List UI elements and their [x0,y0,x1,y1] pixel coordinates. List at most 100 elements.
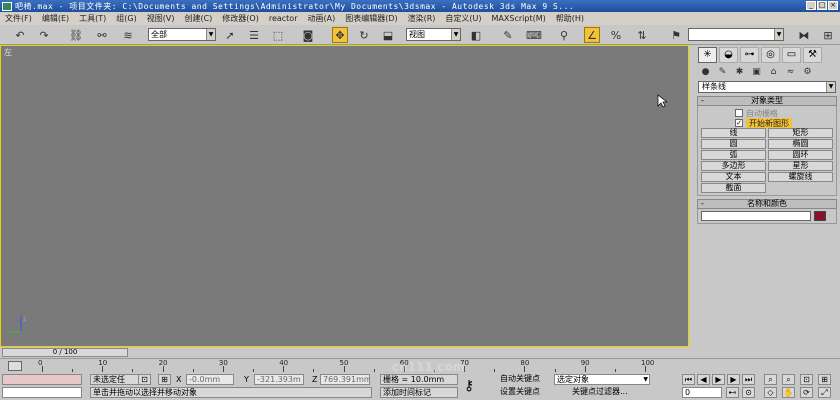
maxscript-listener[interactable] [2,374,82,385]
select-by-name-icon[interactable]: ☰ [246,27,262,43]
star-button[interactable]: 星形 [768,161,833,171]
menu-group[interactable]: 组(G) [111,13,141,24]
menu-customize[interactable]: 自定义(U) [440,13,486,24]
autogrid-checkbox[interactable]: 自动栅格 [701,108,833,118]
donut-button[interactable]: 圆环 [768,150,833,160]
ngon-button[interactable]: 多边形 [701,161,766,171]
snaps-toggle-icon[interactable]: ⚲ [556,27,572,43]
arc-rotate-icon[interactable]: ⟳ [800,387,813,398]
go-to-start-icon[interactable]: ⏮ [682,374,695,385]
absolute-mode-icon[interactable]: ⊞ [158,374,171,385]
play-icon[interactable]: ▶ [712,374,725,385]
hierarchy-tab-icon[interactable]: ⊶ [740,47,759,63]
track-bar-menu-icon[interactable] [8,361,22,371]
line-button[interactable]: 线 [701,128,766,138]
keyboard-shortcut-icon[interactable]: ⌨ [526,27,542,43]
zoom-extents-icon[interactable]: ⊡ [800,374,813,385]
ellipse-button[interactable]: 椭圆 [768,139,833,149]
cameras-icon[interactable]: ▣ [749,66,764,78]
viewport-label[interactable]: 左 [4,47,12,58]
auto-key-button[interactable]: 自动关键点 [498,374,552,385]
helpers-icon[interactable]: ⌂ [766,66,781,78]
selected-objects-dropdown[interactable]: 选定对象 ▼ [554,374,650,385]
section-button[interactable]: 截面 [701,183,766,193]
select-and-rotate-icon[interactable]: ↻ [356,27,372,43]
set-key-button[interactable]: 设置关键点 [498,387,552,398]
systems-icon[interactable]: ⚙ [800,66,815,78]
go-to-end-icon[interactable]: ⏭ [742,374,755,385]
named-selection-dropdown[interactable]: ▼ [688,28,784,41]
current-frame-field[interactable]: 0 [682,387,722,398]
menu-help[interactable]: 帮助(H) [551,13,589,24]
motion-tab-icon[interactable]: ◎ [761,47,780,63]
link-icon[interactable]: ⛓ [68,27,84,43]
zoom-extents-all-icon[interactable]: ⊞ [818,374,831,385]
unlink-icon[interactable]: ⚯ [94,27,110,43]
modify-tab-icon[interactable]: ◒ [719,47,738,63]
next-frame-icon[interactable]: ▶ [727,374,740,385]
space-warps-icon[interactable]: ≈ [783,66,798,78]
pivot-center-icon[interactable]: ◧ [468,27,484,43]
create-tab-icon[interactable]: ✳ [698,47,717,63]
helix-button[interactable]: 螺旋线 [768,172,833,182]
align-icon[interactable]: ⊞ [820,27,836,43]
rectangular-selection-icon[interactable]: ⬚ [270,27,286,43]
select-and-move-icon[interactable]: ✥ [332,27,348,43]
previous-frame-icon[interactable]: ◀ [697,374,710,385]
key-mode-icon[interactable]: ⊷ [726,387,739,398]
add-time-tag[interactable]: 添加时间标记 [380,387,458,398]
menu-animation[interactable]: 动画(A) [302,13,340,24]
menu-rendering[interactable]: 渲染(R) [403,13,441,24]
select-object-icon[interactable]: ➚ [222,27,238,43]
close-button[interactable]: × [828,1,838,10]
start-new-shape-checkbox[interactable]: ✓ 开始新图形 [701,117,833,129]
select-manipulate-icon[interactable]: ✎ [500,27,516,43]
rectangle-button[interactable]: 矩形 [768,128,833,138]
lights-icon[interactable]: ✱ [732,66,747,78]
selection-filter-dropdown[interactable]: 全部 ▼ [148,28,216,41]
maxscript-mini-listener[interactable] [2,387,82,398]
named-selection-sets-icon[interactable]: ⚑ [668,27,684,43]
time-slider[interactable]: 0 / 100 [2,348,128,357]
text-button[interactable]: 文本 [701,172,766,182]
angle-snap-icon[interactable]: ∠ [584,27,600,43]
shape-category-dropdown[interactable]: 样条线 ▼ [698,81,836,93]
geometry-icon[interactable]: ● [698,66,713,78]
menu-tools[interactable]: 工具(T) [74,13,111,24]
percent-snap-icon[interactable]: % [608,27,624,43]
viewport-left[interactable]: 左 z [0,45,689,347]
bind-space-warp-icon[interactable]: ≋ [120,27,136,43]
circle-button[interactable]: 圆 [701,139,766,149]
select-and-scale-icon[interactable]: ⬓ [380,27,396,43]
maximize-button[interactable]: □ [817,1,827,10]
maximize-viewport-icon[interactable]: ⤢ [818,387,831,398]
zoom-all-icon[interactable]: ⌕ [782,374,795,385]
reference-coordinate-dropdown[interactable]: 视图 ▼ [406,28,461,41]
utilities-tab-icon[interactable]: ⚒ [803,47,822,63]
shapes-icon[interactable]: ✎ [715,66,730,78]
menu-reactor[interactable]: reactor [264,14,303,23]
name-color-rollout-header[interactable]: - 名称和颜色 [697,199,837,209]
object-name-input[interactable] [701,211,811,221]
object-type-rollout-header[interactable]: - 对象类型 [697,96,837,106]
window-crossing-icon[interactable]: ◙ [300,27,316,43]
menu-graph-editors[interactable]: 图表编辑器(D) [340,13,402,24]
menu-file[interactable]: 文件(F) [0,13,37,24]
minimize-button[interactable]: _ [806,1,816,10]
y-coordinate-field[interactable]: -321.393m [254,374,304,385]
mirror-icon[interactable]: ⧓ [796,27,812,43]
menu-create[interactable]: 创建(C) [179,13,217,24]
field-of-view-icon[interactable]: ◇ [764,387,777,398]
menu-edit[interactable]: 编辑(E) [37,13,74,24]
redo-icon[interactable]: ↷ [36,27,52,43]
spinner-snap-icon[interactable]: ⇅ [634,27,650,43]
z-coordinate-field[interactable]: 769.391mm [320,374,370,385]
object-color-swatch[interactable] [814,211,826,221]
lock-icon[interactable]: ⊡ [138,374,151,385]
menu-maxscript[interactable]: MAXScript(M) [487,14,551,23]
x-coordinate-field[interactable]: -0.0mm [186,374,234,385]
undo-icon[interactable]: ↶ [12,27,28,43]
menu-modifiers[interactable]: 修改器(O) [217,13,264,24]
display-tab-icon[interactable]: ▭ [782,47,801,63]
pan-icon[interactable]: ✋ [782,387,795,398]
